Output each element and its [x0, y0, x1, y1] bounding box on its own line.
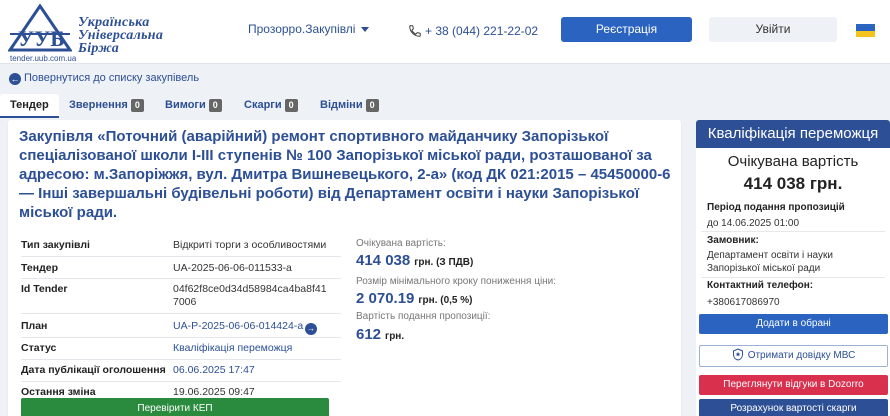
logo[interactable]: УУБ Українська Універсальна Біржа tender…	[7, 3, 178, 63]
chevron-down-icon	[361, 27, 370, 33]
count-badge: 0	[365, 99, 379, 112]
prozorro-dropdown[interactable]: Прозорро.Закупівлі	[248, 22, 370, 36]
phone-link[interactable]: + 38 (044) 221-22-02	[408, 24, 538, 38]
login-button[interactable]: Увійти	[709, 17, 837, 42]
check-kep-button[interactable]: Перевірити КЕП	[21, 398, 329, 416]
dozorro-reviews-button[interactable]: Переглянути відгуки в Dozorro	[699, 375, 888, 395]
logo-text: Українська Універсальна Біржа	[78, 15, 164, 56]
logo-url: tender.uub.com.ua	[10, 54, 77, 63]
site-header: УУБ Українська Універсальна Біржа tender…	[0, 0, 890, 64]
shield-icon	[732, 348, 743, 361]
fee-value: 612 грн.	[356, 326, 405, 343]
period-label: Період подання пропозицій	[707, 202, 845, 213]
count-badge: 0	[284, 99, 298, 112]
customer-value: Департамент освіти і науки Запорізької м…	[707, 250, 833, 274]
complaint-cost-button[interactable]: Розрахунок вартості скарги	[699, 399, 888, 416]
add-to-favorites-button[interactable]: Додати в обрані	[699, 314, 888, 334]
customer-label: Замовник:	[707, 235, 759, 246]
side-expected-value: 414 038 грн.	[743, 174, 843, 193]
fee-label: Вартість подання пропозиції:	[356, 311, 491, 322]
arrow-left-icon: ←	[9, 73, 21, 85]
plan-link[interactable]: UA-P-2025-06-06-014424-a →	[173, 320, 333, 335]
min-step-label: Розмір мінімального кроку пониження ціни…	[356, 276, 557, 287]
min-step-value: 2 070.19 грн. (0,5 %)	[356, 290, 473, 307]
expected-price-value: 414 038 грн. (З ПДВ)	[356, 252, 474, 269]
ukraine-flag-icon[interactable]	[856, 24, 875, 37]
count-badge: 0	[130, 99, 144, 112]
arrow-right-icon: →	[305, 323, 318, 335]
tab-tender[interactable]: Тендер	[0, 94, 59, 118]
count-badge: 0	[208, 99, 222, 112]
phone-value: +380617086970	[707, 297, 780, 308]
phone-label: Контактний телефон:	[707, 280, 814, 291]
tab-appeals[interactable]: Звернення 0	[69, 94, 144, 118]
status-header: Кваліфікація переможця	[696, 120, 890, 148]
tender-card: Закупівля «Поточний (аварійний) ремонт с…	[8, 120, 681, 416]
tab-claims[interactable]: Вимоги 0	[165, 94, 222, 118]
phone-icon	[409, 25, 421, 37]
side-expected-label: Очікувана вартість	[727, 153, 859, 170]
tab-complaints[interactable]: Скарги 0	[244, 94, 298, 118]
status-panel: Кваліфікація переможця Очікувана вартіст…	[696, 120, 890, 416]
tender-tabs: Тендер Звернення 0 Вимоги 0 Скарги 0 Відмін…	[0, 94, 690, 118]
expected-price-label: Очікувана вартість:	[356, 238, 446, 249]
logo-emblem-icon: УУБ	[7, 3, 73, 52]
period-value: до 14.06.2025 01:00	[707, 218, 800, 229]
mvs-certificate-button[interactable]: Отримати довідку МВС	[699, 345, 888, 367]
svg-text:УУБ: УУБ	[18, 26, 65, 51]
tender-title: Закупівля «Поточний (аварійний) ремонт с…	[19, 128, 671, 221]
back-to-list-link[interactable]: ← Повернутися до списку закупівель	[9, 72, 199, 85]
tab-cancellations[interactable]: Відміни 0	[320, 94, 379, 118]
register-button[interactable]: Реєстрація	[561, 17, 692, 42]
